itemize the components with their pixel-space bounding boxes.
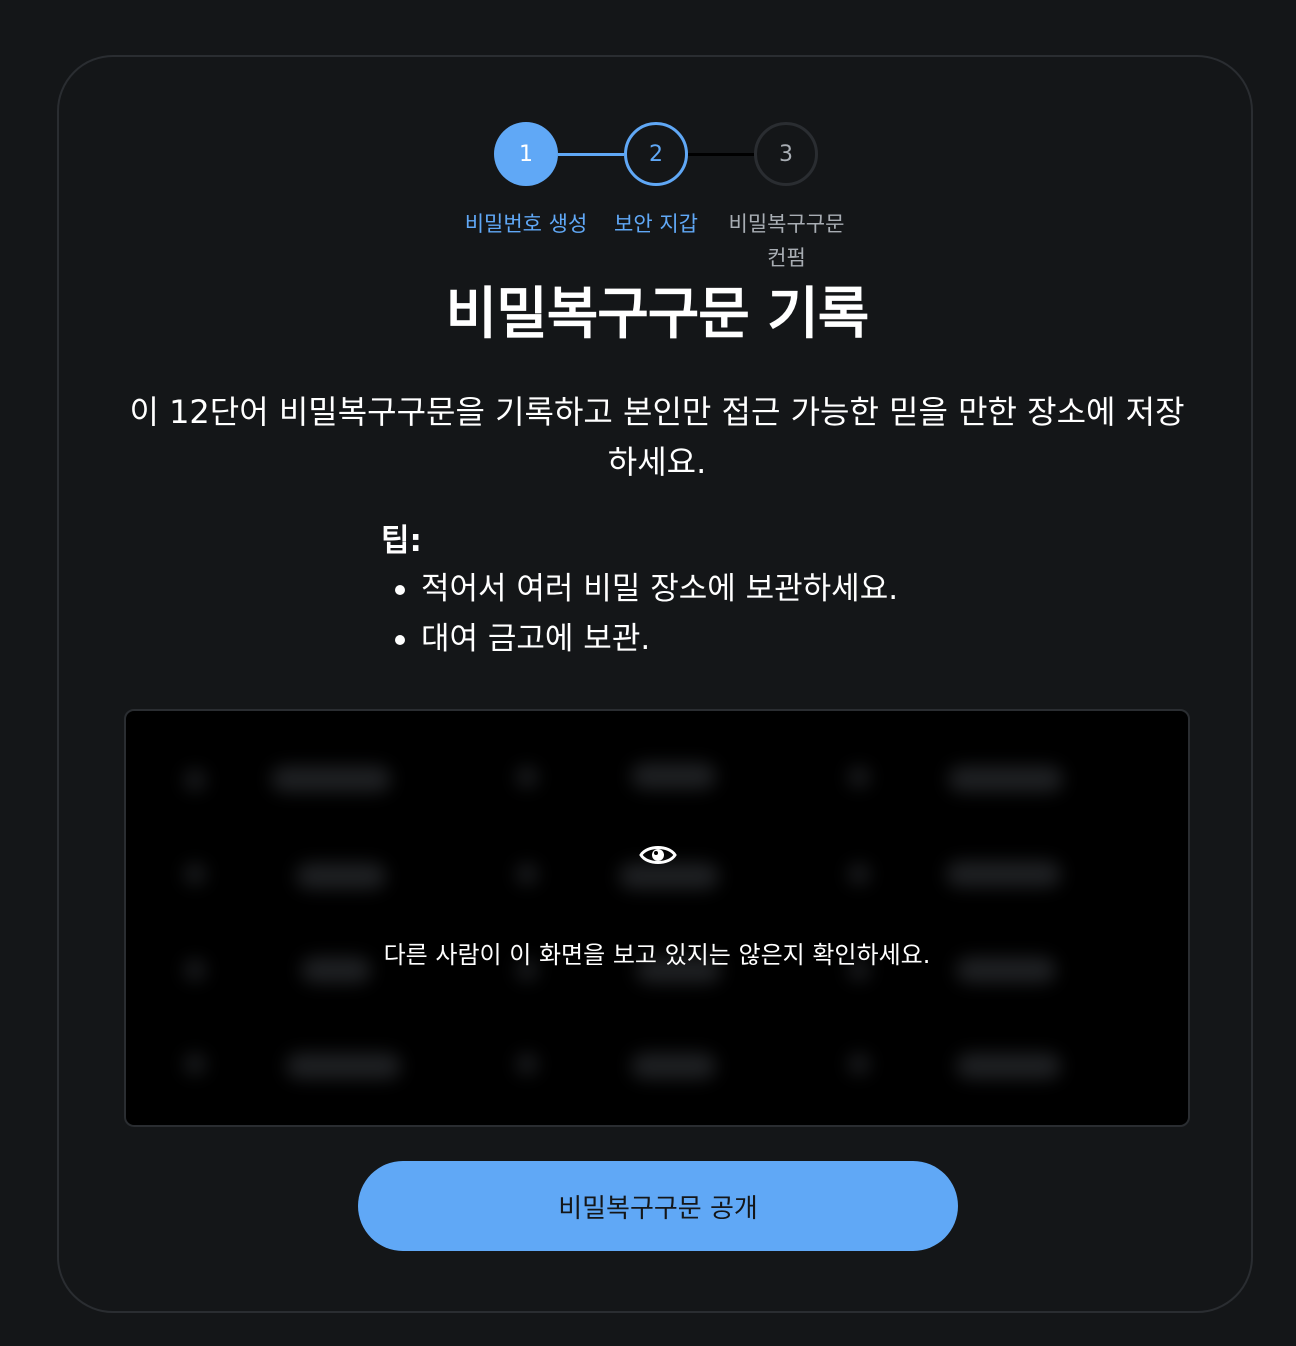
bullet-icon bbox=[395, 635, 405, 645]
blurred-word bbox=[631, 1053, 716, 1079]
step-connector-2-3 bbox=[688, 153, 754, 156]
tips-heading: 팁: bbox=[381, 523, 422, 559]
blurred-word-index bbox=[848, 863, 870, 885]
blurred-word bbox=[956, 1053, 1061, 1079]
tip-text: 적어서 여러 비밀 장소에 보관하세요. bbox=[421, 571, 899, 607]
step-1-number: 1 bbox=[519, 141, 533, 167]
tip-item: 적어서 여러 비밀 장소에 보관하세요. bbox=[381, 564, 898, 614]
blurred-word-index bbox=[848, 1053, 870, 1075]
reveal-seed-phrase-button[interactable]: 비밀복구구문 공개 bbox=[358, 1161, 958, 1251]
blurred-word-index bbox=[184, 863, 206, 885]
blurred-word-index bbox=[184, 1053, 206, 1075]
step-3-number: 3 bbox=[779, 141, 793, 167]
privacy-warning: 다른 사람이 이 화면을 보고 있지는 않은지 확인하세요. bbox=[383, 941, 931, 969]
blurred-word-index bbox=[516, 1053, 538, 1075]
eye-icon bbox=[639, 846, 677, 864]
blurred-word bbox=[296, 863, 386, 889]
blurred-word-index bbox=[516, 766, 538, 788]
blurred-word-index bbox=[184, 769, 206, 791]
step-1-label: 비밀번호 생성 bbox=[464, 212, 588, 236]
blurred-word bbox=[631, 763, 716, 789]
blurred-word bbox=[286, 1053, 401, 1079]
blurred-word bbox=[271, 766, 391, 792]
blurred-seed-words bbox=[126, 711, 1188, 1125]
seed-phrase-blurred-box[interactable]: 다른 사람이 이 화면을 보고 있지는 않은지 확인하세요. bbox=[124, 709, 1190, 1127]
onboarding-card: 1 2 3 비밀번호 생성 보안 지갑 비밀복구구문 컨펌 비밀복구구문 기록 … bbox=[57, 55, 1253, 1313]
blurred-word-index bbox=[516, 863, 538, 885]
step-3-label: 비밀복구구문 컨펌 bbox=[728, 212, 845, 270]
blurred-word-index bbox=[848, 766, 870, 788]
step-2-label: 보안 지갑 bbox=[614, 212, 698, 236]
tips-list: 적어서 여러 비밀 장소에 보관하세요. 대여 금고에 보관. bbox=[381, 564, 898, 664]
page-description: 이 12단어 비밀복구구문을 기록하고 본인만 접근 가능한 믿을 만한 장소에… bbox=[129, 393, 1185, 481]
step-connector-1-2 bbox=[558, 153, 624, 156]
blurred-word bbox=[946, 861, 1061, 887]
tip-text: 대여 금고에 보관. bbox=[421, 621, 651, 657]
step-2-number: 2 bbox=[649, 141, 663, 167]
step-2-indicator: 2 bbox=[624, 122, 688, 186]
bullet-icon bbox=[395, 585, 405, 595]
page-title: 비밀복구구문 기록 bbox=[445, 282, 870, 347]
blurred-word bbox=[948, 766, 1063, 792]
step-1-indicator: 1 bbox=[494, 122, 558, 186]
tip-item: 대여 금고에 보관. bbox=[381, 614, 898, 664]
step-3-indicator: 3 bbox=[754, 122, 818, 186]
